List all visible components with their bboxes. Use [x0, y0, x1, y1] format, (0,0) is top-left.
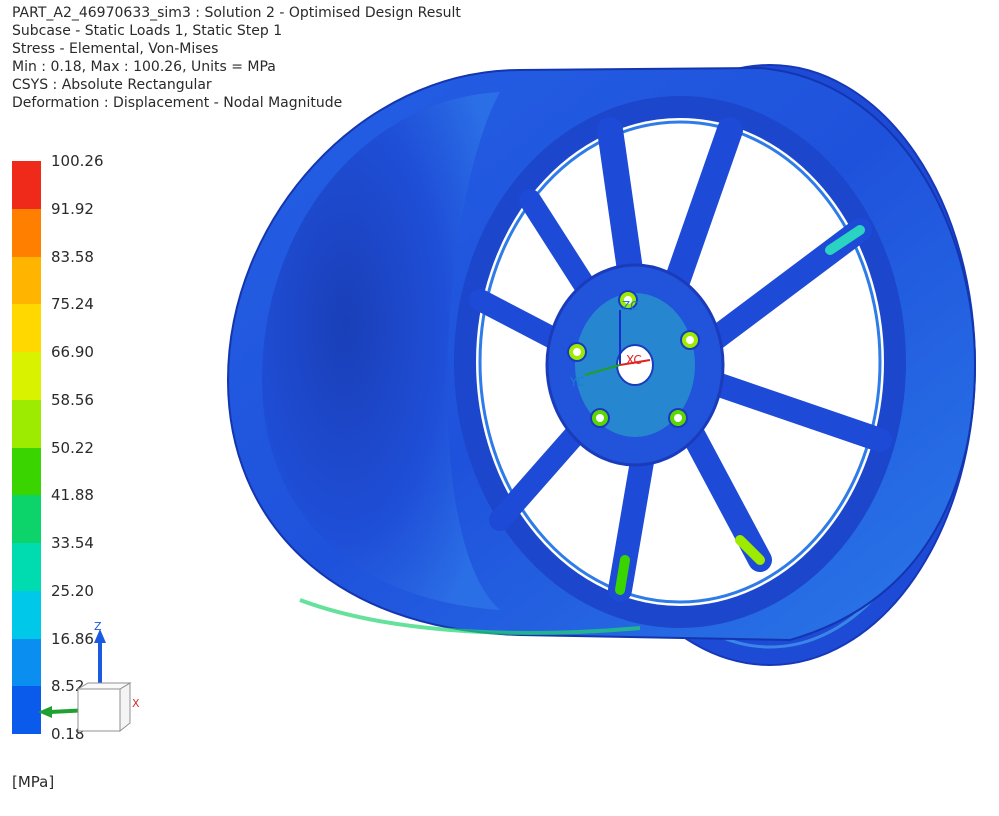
- legend-band: [12, 447, 41, 496]
- legend-unit: [MPa]: [12, 773, 55, 791]
- legend-band: [12, 256, 41, 305]
- legend-tick-label: 66.90: [51, 343, 94, 361]
- legend-tick-label: 25.20: [51, 581, 94, 600]
- legend-band: [12, 399, 41, 448]
- triad-x-label: X: [132, 697, 140, 710]
- triad-cube-top: [76, 682, 132, 690]
- csys-label-yc: YC: [569, 375, 585, 389]
- legend-tick-label: 83.58: [51, 247, 94, 266]
- legend-tick-label: 100.26: [51, 152, 104, 170]
- csys-label-xc: XC: [626, 353, 642, 367]
- legend-band: [12, 161, 41, 209]
- triad-y-arrow: [38, 706, 52, 718]
- legend-tick-label: 58.56: [51, 390, 94, 409]
- csys-label-zc: ZC: [622, 299, 639, 313]
- triad-view-cube[interactable]: [77, 688, 121, 732]
- triad-cube-side: [119, 682, 131, 733]
- legend-band: [12, 208, 41, 257]
- legend-band: [12, 495, 41, 543]
- legend-tick-label: 75.24: [51, 295, 94, 314]
- legend-tick-label: 33.54: [51, 534, 94, 552]
- legend-band: [12, 352, 41, 400]
- legend-tick-label: 91.92: [51, 199, 94, 218]
- view-triad[interactable]: Z X: [30, 615, 145, 740]
- legend-tick-label: 41.88: [51, 486, 94, 505]
- legend-band: [12, 304, 41, 352]
- legend-band: [12, 543, 41, 591]
- legend-tick-label: 50.22: [51, 438, 94, 457]
- triad-z-label: Z: [94, 620, 102, 633]
- model-viewport[interactable]: XC YC ZC: [0, 0, 999, 816]
